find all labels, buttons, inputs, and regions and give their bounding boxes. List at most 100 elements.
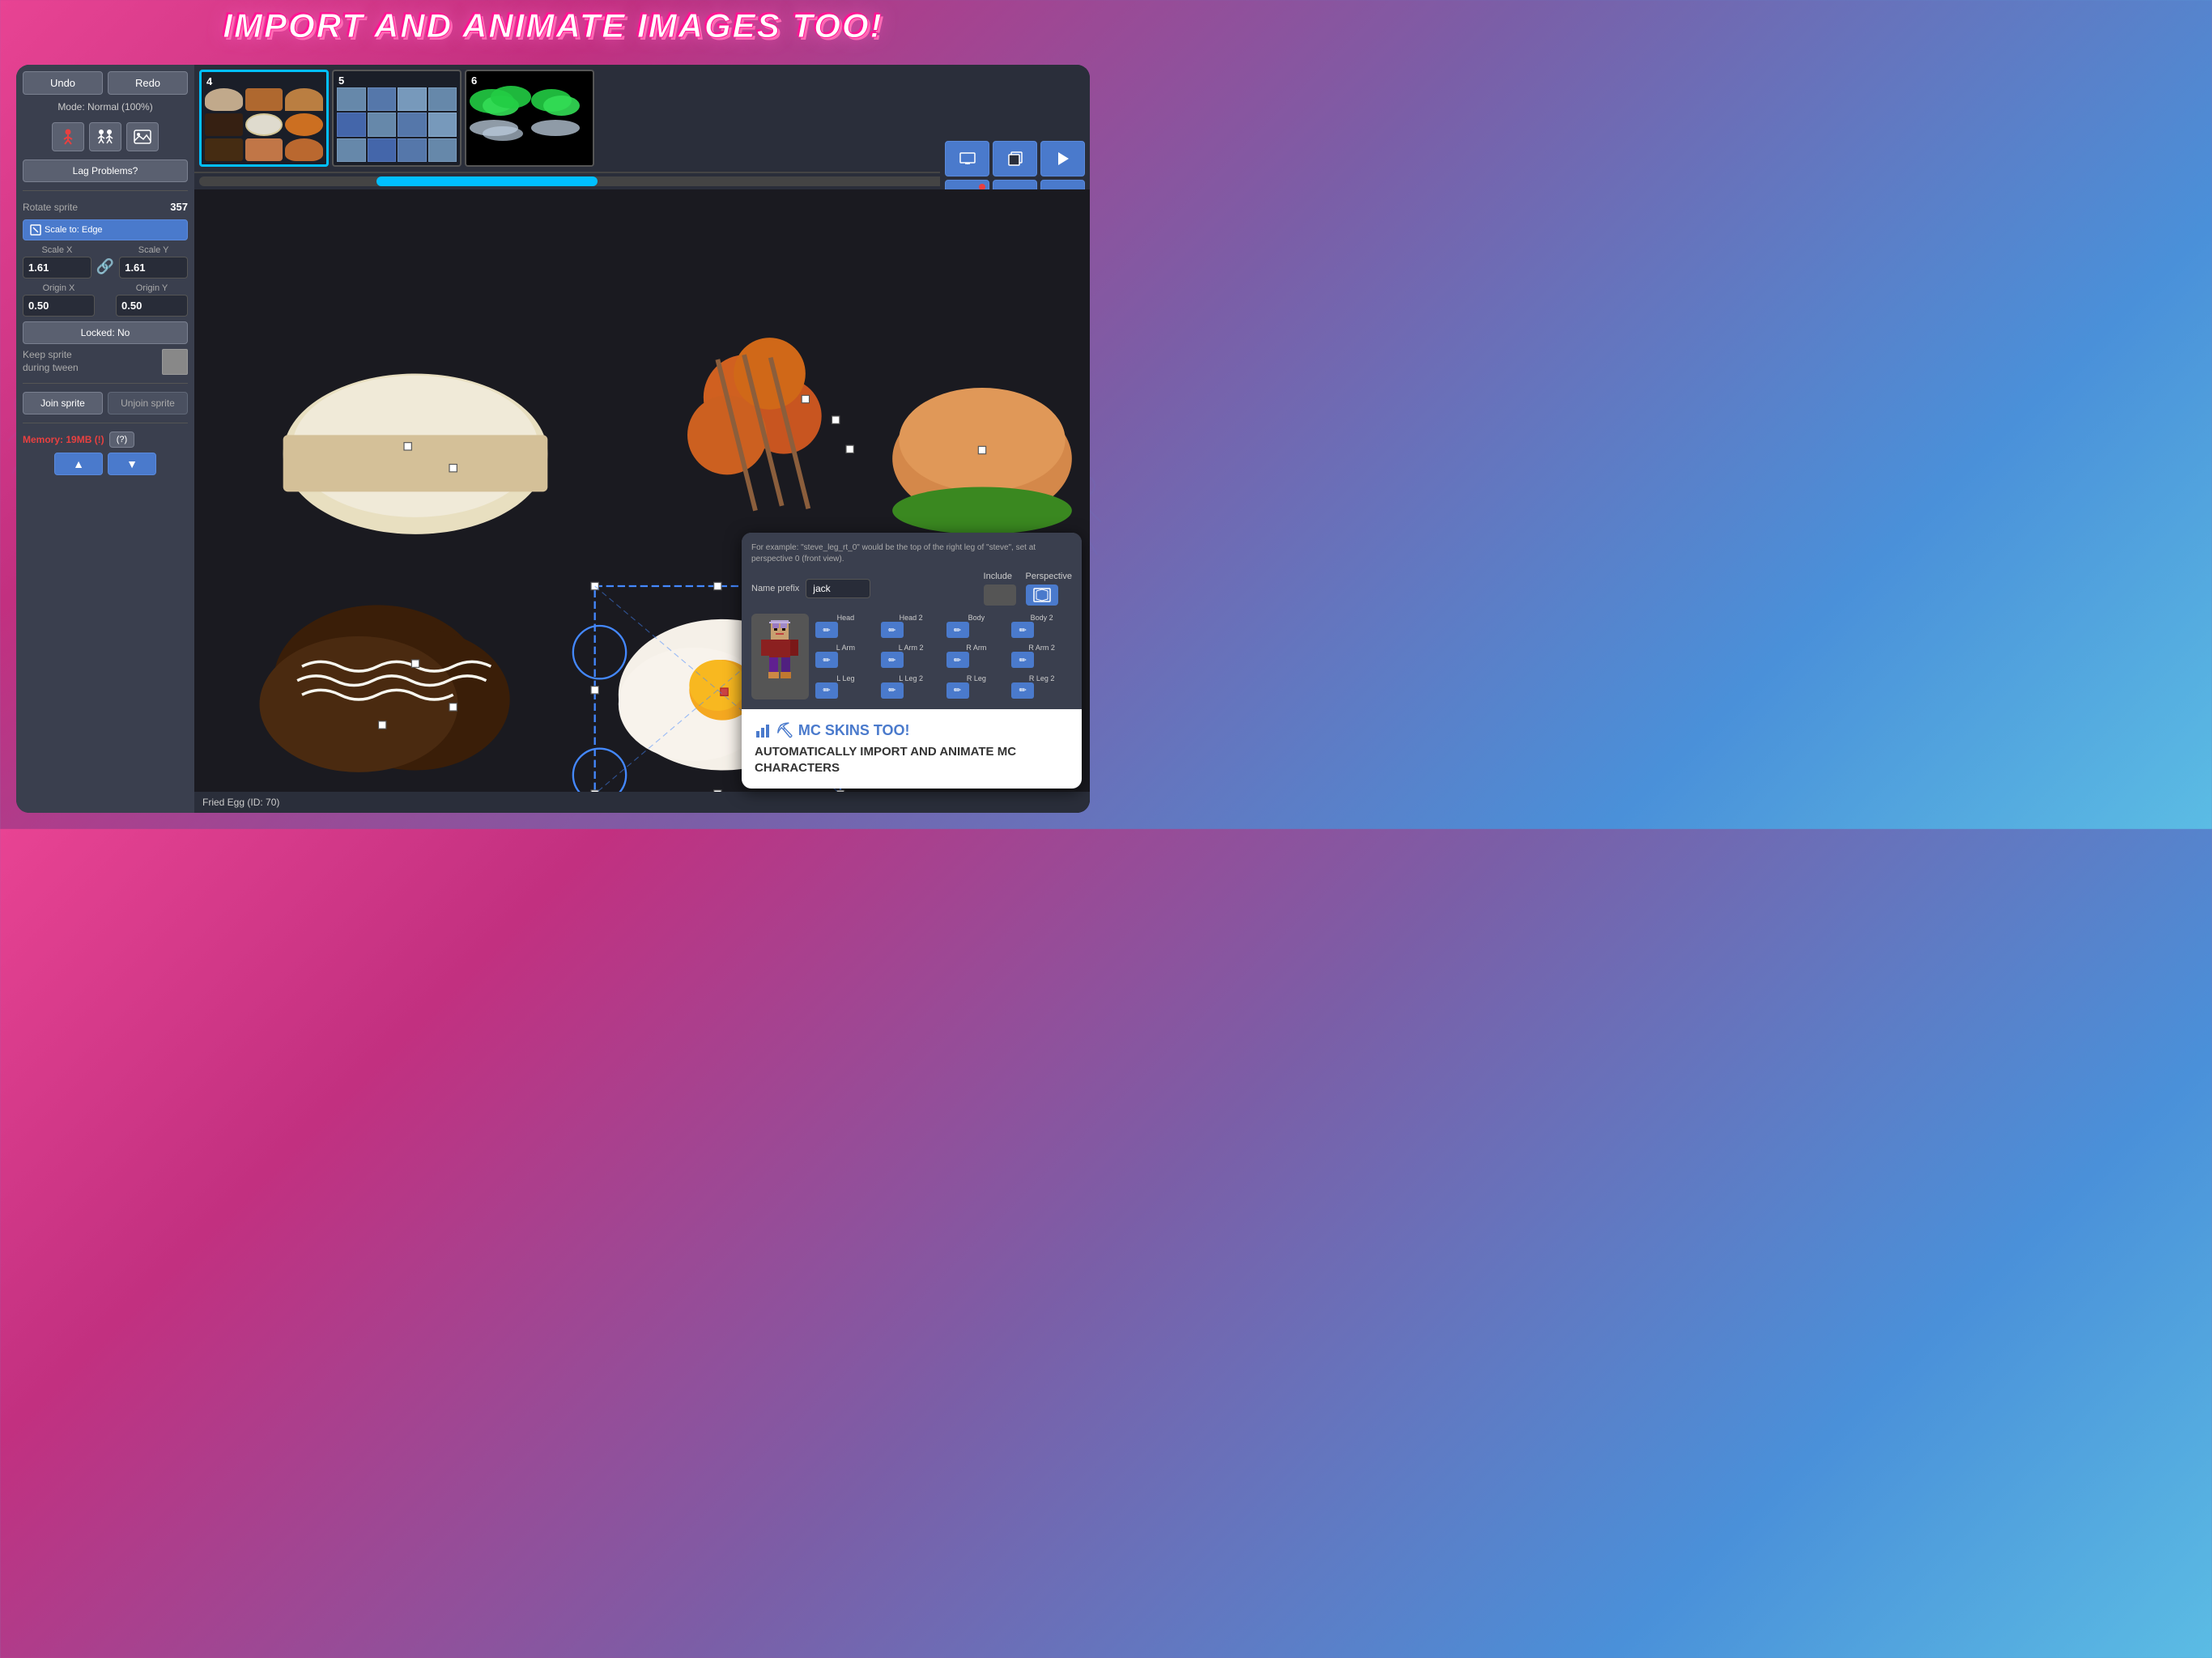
r-leg-label: R Leg — [946, 674, 1007, 682]
r-arm2-label: R Arm 2 — [1011, 644, 1072, 652]
l-arm-part: L Arm ✏ — [815, 644, 876, 669]
origin-y-col: Origin Y — [116, 283, 188, 317]
body2-part: Body 2 ✏ — [1011, 614, 1072, 639]
r-arm2-part: R Arm 2 ✏ — [1011, 644, 1072, 669]
l-arm2-part-button[interactable]: ✏ — [881, 652, 904, 668]
mc-perspective-box[interactable] — [1026, 585, 1058, 606]
figure-icon[interactable] — [52, 122, 84, 151]
scale-edge-button[interactable]: Scale to: Edge — [23, 219, 188, 240]
redo-button[interactable]: Redo — [108, 71, 188, 95]
mode-label: Mode: Normal (100%) — [23, 100, 188, 114]
r-arm-label: R Arm — [946, 644, 1007, 652]
thumb-num-5: 5 — [338, 74, 344, 87]
arrow-up-button[interactable]: ▲ — [54, 453, 103, 475]
canvas-area[interactable]: Fried Egg (ID: 70) For example: "steve_l… — [194, 189, 1090, 813]
r-leg2-part-button[interactable]: ✏ — [1011, 682, 1034, 699]
locked-button[interactable]: Locked: No — [23, 321, 188, 344]
scroll-thumb — [376, 176, 598, 186]
memory-row: Memory: 19MB (!) (?) — [23, 432, 188, 448]
scale-y-col: Scale Y — [119, 245, 188, 278]
rotate-row: Rotate sprite 357 — [23, 199, 188, 215]
r-arm-part: R Arm ✏ — [946, 644, 1007, 669]
mc-popup-inner: For example: "steve_leg_rt_0" would be t… — [742, 533, 1082, 789]
head2-part-button[interactable]: ✏ — [881, 622, 904, 638]
thumbnail-4[interactable]: 4 — [199, 70, 329, 167]
main-banner: IMPORT AND ANIMATE IMAGES TOO! — [223, 6, 883, 45]
divider-1 — [23, 190, 188, 191]
r-leg2-part: R Leg 2 ✏ — [1011, 674, 1072, 699]
group-icon[interactable] — [89, 122, 121, 151]
origin-x-col: Origin X — [23, 283, 95, 317]
sprite-preview — [162, 349, 188, 375]
body-label: Body — [946, 614, 1007, 622]
head-part-button[interactable]: ✏ — [815, 622, 838, 638]
origin-y-label: Origin Y — [116, 283, 188, 293]
mc-perspective-label: Perspective — [1026, 572, 1072, 581]
mc-popup-bottom: ⛏ MC SKINS TOO! AUTOMATICALLY IMPORT AND… — [742, 709, 1082, 789]
head-part: Head ✏ — [815, 614, 876, 639]
status-bar: Fried Egg (ID: 70) — [194, 792, 1090, 813]
mc-example-text: For example: "steve_leg_rt_0" would be t… — [751, 542, 1072, 565]
scale-y-label: Scale Y — [119, 245, 188, 255]
body-part-button[interactable]: ✏ — [946, 622, 969, 638]
head2-part: Head 2 ✏ — [881, 614, 942, 639]
head-label: Head — [815, 614, 876, 622]
join-sprite-button[interactable]: Join sprite — [23, 392, 103, 414]
head2-label: Head 2 — [881, 614, 942, 622]
mode-icons-row — [23, 119, 188, 155]
l-leg2-part-button[interactable]: ✏ — [881, 682, 904, 699]
origin-x-input[interactable] — [23, 295, 95, 317]
unjoin-sprite-button[interactable]: Unjoin sprite — [108, 392, 188, 414]
mc-include-box[interactable] — [984, 585, 1016, 606]
l-leg2-label: L Leg 2 — [881, 674, 942, 682]
mc-title: ⛏ MC SKINS TOO! — [755, 722, 1069, 739]
status-text: Fried Egg (ID: 70) — [202, 797, 279, 808]
link-icon: 🔗 — [96, 258, 114, 275]
mc-name-prefix-label: Name prefix — [751, 584, 799, 593]
body2-part-button[interactable]: ✏ — [1011, 622, 1034, 638]
r-leg-part: R Leg ✏ — [946, 674, 1007, 699]
l-leg2-part: L Leg 2 ✏ — [881, 674, 942, 699]
image-icon[interactable] — [126, 122, 159, 151]
l-leg-part: L Leg ✏ — [815, 674, 876, 699]
left-panel: Undo Redo Mode: Normal (100%) — [16, 65, 194, 813]
thumbnail-6[interactable]: 6 — [465, 70, 594, 167]
mc-body-section: Head ✏ Head 2 ✏ Body — [751, 614, 1072, 699]
lag-problems-button[interactable]: Lag Problems? — [23, 159, 188, 182]
scale-y-input[interactable] — [119, 257, 188, 278]
join-row: Join sprite Unjoin sprite — [23, 392, 188, 414]
l-leg-label: L Leg — [815, 674, 876, 682]
copy-view-button[interactable] — [993, 141, 1037, 176]
r-leg2-label: R Leg 2 — [1011, 674, 1072, 682]
undo-redo-row: Undo Redo — [23, 71, 188, 95]
memory-warning: Memory: 19MB (!) — [23, 434, 104, 445]
play-view-button[interactable] — [1040, 141, 1085, 176]
scale-x-input[interactable] — [23, 257, 91, 278]
main-container: Undo Redo Mode: Normal (100%) — [16, 65, 1090, 813]
thumbnail-5[interactable]: 5 — [332, 70, 462, 167]
undo-button[interactable]: Undo — [23, 71, 103, 95]
mc-parts-grid: Head ✏ Head 2 ✏ Body — [815, 614, 1072, 699]
scale-edge-label: Scale to: Edge — [45, 225, 103, 235]
monitor-view-button[interactable] — [945, 141, 989, 176]
origin-y-input[interactable] — [116, 295, 188, 317]
r-arm2-part-button[interactable]: ✏ — [1011, 652, 1034, 668]
rotate-value: 357 — [170, 201, 188, 213]
mc-name-input[interactable] — [806, 579, 870, 598]
body2-label: Body 2 — [1011, 614, 1072, 622]
r-arm-part-button[interactable]: ✏ — [946, 652, 969, 668]
mc-perspective-col: Perspective — [1026, 572, 1072, 606]
help-button[interactable]: (?) — [109, 432, 134, 448]
l-arm-label: L Arm — [815, 644, 876, 652]
r-leg-part-button[interactable]: ✏ — [946, 682, 969, 699]
arrow-down-button[interactable]: ▼ — [108, 453, 156, 475]
l-leg-part-button[interactable]: ✏ — [815, 682, 838, 699]
right-area: 4 — [194, 65, 1090, 813]
thumb-num-4: 4 — [206, 75, 212, 87]
mc-subtitle: AUTOMATICALLY IMPORT AND ANIMATE MC CHAR… — [755, 744, 1069, 776]
l-arm2-part: L Arm 2 ✏ — [881, 644, 942, 669]
l-arm-part-button[interactable]: ✏ — [815, 652, 838, 668]
mc-popup-top: For example: "steve_leg_rt_0" would be t… — [742, 533, 1082, 709]
keep-sprite-row: Keep spriteduring tween — [23, 349, 188, 375]
mc-form: Name prefix Include Perspective — [751, 572, 1072, 606]
